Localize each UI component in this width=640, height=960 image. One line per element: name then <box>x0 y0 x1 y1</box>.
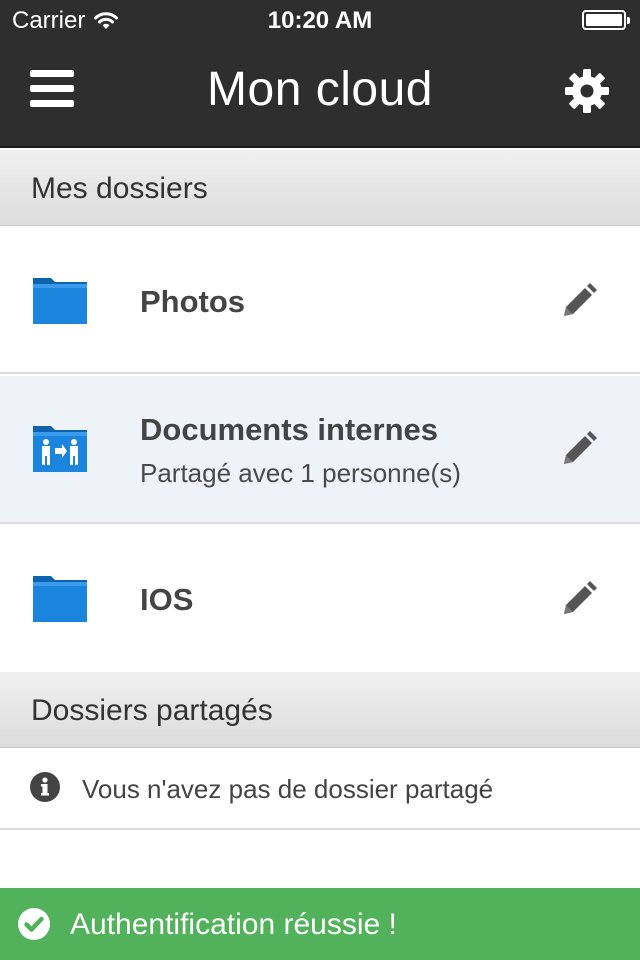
status-bar: Carrier 10:20 AM <box>0 0 640 40</box>
navigation-bar: Mon cloud <box>0 40 640 148</box>
pencil-icon[interactable] <box>560 430 598 468</box>
section-header-my-folders: Mes dossiers <box>0 150 640 226</box>
folder-row-ios[interactable]: IOS <box>0 524 640 672</box>
success-toast: Authentification réussie ! <box>0 888 640 960</box>
folder-subtitle: Partagé avec 1 personne(s) <box>140 458 461 488</box>
folder-name: IOS <box>140 582 194 617</box>
gear-icon[interactable] <box>564 68 610 114</box>
section-header-shared-folders: Dossiers partagés <box>0 672 640 748</box>
shared-folder-icon <box>33 426 87 472</box>
folder-name: Documents internes <box>140 412 439 447</box>
status-time: 10:20 AM <box>267 7 373 34</box>
toast-message: Authentification réussie ! <box>70 908 397 941</box>
pencil-icon[interactable] <box>560 282 598 320</box>
page-title: Mon cloud <box>207 63 433 116</box>
folder-row-documents-internes[interactable]: Documents internes Partagé avec 1 person… <box>0 376 640 524</box>
shared-empty-notice: Vous n'avez pas de dossier partagé <box>0 748 640 830</box>
pencil-icon[interactable] <box>560 580 598 618</box>
battery-icon <box>582 10 630 30</box>
folder-row-photos[interactable]: Photos <box>0 226 640 374</box>
shared-empty-text: Vous n'avez pas de dossier partagé <box>82 774 494 804</box>
folder-icon <box>33 278 87 324</box>
info-icon <box>30 772 60 802</box>
folder-name: Photos <box>140 284 246 319</box>
folder-icon <box>33 576 87 622</box>
check-circle-icon <box>18 908 50 940</box>
